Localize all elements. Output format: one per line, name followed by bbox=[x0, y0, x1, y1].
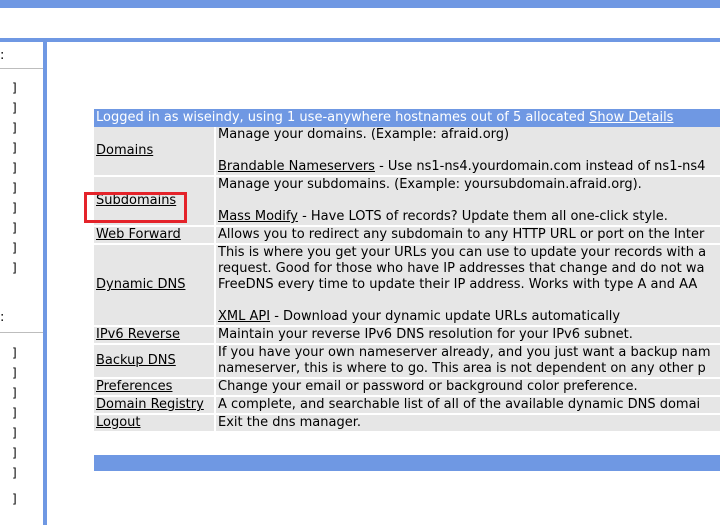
sidebar-item[interactable]: ] bbox=[12, 182, 17, 194]
dynamic-dns-link[interactable]: Dynamic DNS bbox=[96, 277, 185, 292]
row-description: Change your email or password or backgro… bbox=[216, 379, 720, 395]
row-description: Manage your subdomains. (Example: yoursu… bbox=[216, 177, 720, 225]
login-status: Logged in as wiseindy, using 1 use-anywh… bbox=[96, 110, 674, 125]
top-bar bbox=[0, 0, 720, 8]
sidebar-item[interactable]: ] bbox=[12, 102, 17, 114]
sidebar-item[interactable]: ] bbox=[12, 222, 17, 234]
show-details-link[interactable]: Show Details bbox=[589, 110, 673, 125]
sidebar: : ] ] ] ] ] ] ] ] ] ] : ] ] ] ] ] ] ] ] bbox=[0, 42, 47, 525]
sidebar-item[interactable]: ] bbox=[12, 407, 17, 419]
sidebar-divider bbox=[0, 332, 43, 333]
mass-modify-link[interactable]: Mass Modify bbox=[218, 209, 298, 224]
brandable-nameservers-link[interactable]: Brandable Nameservers bbox=[218, 159, 375, 174]
table-row: Dynamic DNS This is where you get your U… bbox=[94, 245, 720, 325]
table-row: Domain Registry A complete, and searchab… bbox=[94, 397, 720, 413]
sidebar-item[interactable]: ] bbox=[12, 82, 17, 94]
sidebar-item[interactable]: ] bbox=[12, 387, 17, 399]
table-row: Preferences Change your email or passwor… bbox=[94, 379, 720, 395]
sidebar-item[interactable]: ] bbox=[12, 142, 17, 154]
row-description: A complete, and searchable list of all o… bbox=[216, 397, 720, 413]
sidebar-item[interactable]: ] bbox=[12, 202, 17, 214]
row-link-cell: Logout bbox=[94, 415, 214, 431]
sidebar-item[interactable]: ] bbox=[12, 262, 17, 274]
row-description: Allows you to redirect any subdomain to … bbox=[216, 227, 720, 243]
row-link-cell: Domains bbox=[94, 127, 214, 175]
sidebar-item[interactable]: ] bbox=[12, 493, 17, 505]
sidebar-item[interactable]: ] bbox=[12, 427, 17, 439]
table-row: IPv6 Reverse Maintain your reverse IPv6 … bbox=[94, 327, 720, 343]
sidebar-heading: : bbox=[0, 48, 5, 63]
table-row: Domains Manage your domains. (Example: a… bbox=[94, 127, 720, 175]
sidebar-item[interactable]: ] bbox=[12, 347, 17, 359]
domains-link[interactable]: Domains bbox=[96, 143, 153, 158]
header-rule bbox=[0, 38, 720, 42]
table-row: Web Forward Allows you to redirect any s… bbox=[94, 227, 720, 243]
footer-bar bbox=[94, 455, 720, 471]
sidebar-heading: : bbox=[0, 310, 5, 325]
row-description: Manage your domains. (Example: afraid.or… bbox=[216, 127, 720, 175]
row-link-cell: Web Forward bbox=[94, 227, 214, 243]
sidebar-item[interactable]: ] bbox=[12, 162, 17, 174]
row-link-cell: Preferences bbox=[94, 379, 214, 395]
highlight-box bbox=[84, 192, 187, 223]
row-link-cell: Domain Registry bbox=[94, 397, 214, 413]
row-description: If you have your own nameserver already,… bbox=[216, 345, 720, 377]
sidebar-item[interactable]: ] bbox=[12, 242, 17, 254]
logout-link[interactable]: Logout bbox=[96, 415, 141, 430]
table-row: Backup DNS If you have your own nameserv… bbox=[94, 345, 720, 377]
sidebar-item[interactable]: ] bbox=[12, 122, 17, 134]
domain-registry-link[interactable]: Domain Registry bbox=[96, 397, 204, 412]
row-description: This is where you get your URLs you can … bbox=[216, 245, 720, 325]
backup-dns-link[interactable]: Backup DNS bbox=[96, 353, 176, 368]
menu-table: Domains Manage your domains. (Example: a… bbox=[92, 125, 720, 433]
sidebar-item[interactable]: ] bbox=[12, 447, 17, 459]
xml-api-link[interactable]: XML API bbox=[218, 309, 270, 324]
row-link-cell: IPv6 Reverse bbox=[94, 327, 214, 343]
row-description: Maintain your reverse IPv6 DNS resolutio… bbox=[216, 327, 720, 343]
sidebar-divider bbox=[0, 68, 43, 69]
sidebar-item[interactable]: ] bbox=[12, 367, 17, 379]
preferences-link[interactable]: Preferences bbox=[96, 379, 172, 394]
sidebar-item[interactable]: ] bbox=[12, 467, 17, 479]
row-link-cell: Dynamic DNS bbox=[94, 245, 214, 325]
row-description: Exit the dns manager. bbox=[216, 415, 720, 431]
ipv6-reverse-link[interactable]: IPv6 Reverse bbox=[96, 327, 180, 342]
table-row: Logout Exit the dns manager. bbox=[94, 415, 720, 431]
row-link-cell: Backup DNS bbox=[94, 345, 214, 377]
table-row: Subdomains Manage your subdomains. (Exam… bbox=[94, 177, 720, 225]
web-forward-link[interactable]: Web Forward bbox=[96, 227, 181, 242]
